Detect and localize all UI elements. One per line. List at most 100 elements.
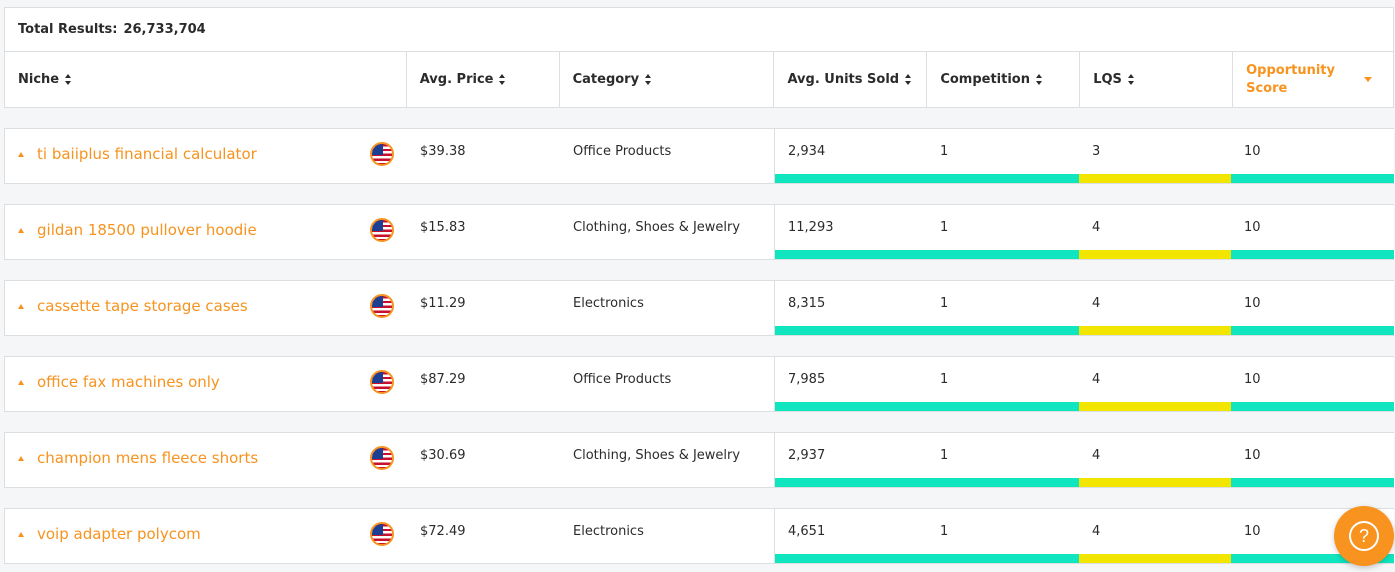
niche-cell[interactable]: champion mens fleece shorts xyxy=(5,433,407,483)
column-header-avg-price-label: Avg. Price xyxy=(419,72,494,87)
column-header-lqs[interactable]: LQS xyxy=(1080,52,1234,107)
lqs-bar xyxy=(1079,174,1231,183)
expand-caret-icon[interactable] xyxy=(18,379,24,385)
lqs-bar xyxy=(1079,554,1231,563)
avg-price-cell: $39.38 xyxy=(420,144,466,159)
category-cell: Office Products xyxy=(560,357,775,411)
opportunity-bar xyxy=(1231,478,1394,487)
column-header-opportunity-score[interactable]: Opportunity Score xyxy=(1233,52,1393,107)
table-row[interactable]: office fax machines only $87.29 Office P… xyxy=(4,356,1394,412)
us-flag-icon xyxy=(370,522,394,546)
units-bar xyxy=(775,402,927,411)
table-row[interactable]: gildan 18500 pullover hoodie $15.83 Clot… xyxy=(4,204,1394,260)
units-bar xyxy=(775,250,927,259)
column-header-category-label: Category xyxy=(572,72,640,87)
expand-caret-icon[interactable] xyxy=(18,151,24,157)
lqs-cell: 4 xyxy=(1092,296,1101,311)
column-header-row: Niche Avg. Price Category Avg. Units Sol… xyxy=(5,52,1393,107)
table-row[interactable]: cassette tape storage cases $11.29 Elect… xyxy=(4,280,1394,336)
avg-price-cell: $11.29 xyxy=(420,296,466,311)
expand-caret-icon[interactable] xyxy=(18,455,24,461)
lqs-bar xyxy=(1079,326,1231,335)
competition-cell: 1 xyxy=(940,372,949,387)
column-header-competition[interactable]: Competition xyxy=(927,52,1081,107)
avg-units-cell: 7,985 xyxy=(788,372,826,387)
us-flag-icon xyxy=(370,446,394,470)
total-results: Total Results: 26,733,704 xyxy=(5,8,1393,52)
column-header-category[interactable]: Category xyxy=(560,52,775,107)
column-header-niche[interactable]: Niche xyxy=(5,52,407,107)
niche-link[interactable]: cassette tape storage cases xyxy=(37,297,248,315)
niche-cell[interactable]: gildan 18500 pullover hoodie xyxy=(5,205,407,255)
avg-price-cell: $15.83 xyxy=(420,220,466,235)
avg-price-cell: $30.69 xyxy=(420,448,466,463)
us-flag-icon xyxy=(370,370,394,394)
us-flag-icon xyxy=(370,218,394,242)
expand-caret-icon[interactable] xyxy=(18,303,24,309)
opportunity-bar xyxy=(1231,326,1394,335)
avg-units-cell: 11,293 xyxy=(788,220,834,235)
lqs-cell: 4 xyxy=(1092,524,1101,539)
niche-link[interactable]: champion mens fleece shorts xyxy=(37,449,258,467)
column-header-avg-price[interactable]: Avg. Price xyxy=(407,52,560,107)
score-bars xyxy=(775,402,1394,411)
competition-bar xyxy=(927,174,1079,183)
competition-cell: 1 xyxy=(940,220,949,235)
question-icon: ? xyxy=(1349,521,1379,551)
lqs-bar xyxy=(1079,250,1231,259)
competition-cell: 1 xyxy=(940,524,949,539)
opportunity-bar xyxy=(1231,402,1394,411)
competition-bar xyxy=(927,250,1079,259)
opportunity-score-cell: 10 xyxy=(1244,448,1261,463)
competition-bar xyxy=(927,554,1079,563)
expand-caret-icon[interactable] xyxy=(18,531,24,537)
opportunity-score-cell: 10 xyxy=(1244,372,1261,387)
us-flag-icon xyxy=(370,142,394,166)
column-header-avg-units-sold[interactable]: Avg. Units Sold xyxy=(774,52,928,107)
table-row[interactable]: voip adapter polycom $72.49 Electronics … xyxy=(4,508,1394,564)
sort-descending-icon[interactable] xyxy=(1364,77,1373,82)
help-button[interactable]: ? xyxy=(1334,506,1394,566)
sort-icon[interactable] xyxy=(65,74,72,85)
lqs-bar xyxy=(1079,402,1231,411)
niche-link[interactable]: gildan 18500 pullover hoodie xyxy=(37,221,257,239)
category-cell: Clothing, Shoes & Jewelry xyxy=(560,433,775,487)
lqs-bar xyxy=(1079,478,1231,487)
competition-bar xyxy=(927,326,1079,335)
competition-cell: 1 xyxy=(940,144,949,159)
niche-link[interactable]: voip adapter polycom xyxy=(37,525,201,543)
category-cell: Clothing, Shoes & Jewelry xyxy=(560,205,775,259)
results-table-header: Total Results: 26,733,704 Niche Avg. Pri… xyxy=(4,7,1394,108)
sort-icon[interactable] xyxy=(1127,74,1135,85)
competition-bar xyxy=(927,402,1079,411)
niche-cell[interactable]: office fax machines only xyxy=(5,357,407,407)
niche-link[interactable]: ti baiiplus financial calculator xyxy=(37,145,257,163)
category-cell: Electronics xyxy=(560,281,775,335)
table-row[interactable]: ti baiiplus financial calculator $39.38 … xyxy=(4,128,1394,184)
sort-icon[interactable] xyxy=(905,74,912,85)
table-row[interactable]: champion mens fleece shorts $30.69 Cloth… xyxy=(4,432,1394,488)
niche-cell[interactable]: cassette tape storage cases xyxy=(5,281,407,331)
opportunity-bar xyxy=(1231,174,1394,183)
score-bars xyxy=(775,326,1394,335)
avg-price-cell: $72.49 xyxy=(420,524,466,539)
niche-cell[interactable]: voip adapter polycom xyxy=(5,509,407,559)
score-bars xyxy=(775,478,1394,487)
units-bar xyxy=(775,554,927,563)
units-bar xyxy=(775,174,927,183)
lqs-cell: 3 xyxy=(1092,144,1101,159)
avg-units-cell: 2,937 xyxy=(788,448,826,463)
units-bar xyxy=(775,478,927,487)
expand-caret-icon[interactable] xyxy=(18,227,24,233)
sort-icon[interactable] xyxy=(499,74,506,85)
sort-icon[interactable] xyxy=(1036,74,1043,85)
total-results-label: Total Results: xyxy=(18,22,118,37)
score-bars xyxy=(775,174,1394,183)
score-bars xyxy=(775,250,1394,259)
competition-cell: 1 xyxy=(940,448,949,463)
sort-icon[interactable] xyxy=(645,74,652,85)
niche-cell[interactable]: ti baiiplus financial calculator xyxy=(5,129,407,179)
us-flag-icon xyxy=(370,294,394,318)
opportunity-bar xyxy=(1231,250,1394,259)
niche-link[interactable]: office fax machines only xyxy=(37,373,220,391)
